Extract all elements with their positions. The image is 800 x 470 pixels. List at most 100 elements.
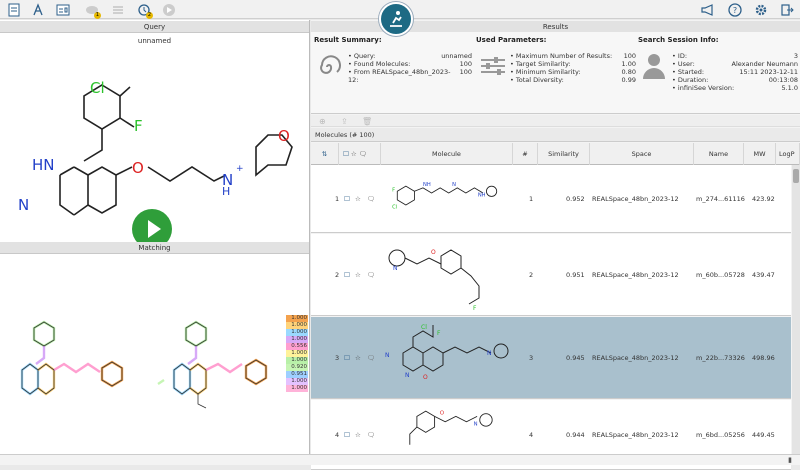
- exit-icon[interactable]: [779, 2, 794, 17]
- app-logo-icon[interactable]: [379, 2, 413, 36]
- row-star-icon[interactable]: ☆: [355, 354, 361, 362]
- svg-text:N: N: [18, 196, 29, 214]
- session-key: User:: [672, 60, 695, 68]
- column-space[interactable]: Space: [590, 143, 694, 165]
- svg-text:F: F: [392, 187, 395, 193]
- used-parameters-list: Maximum Number of Results: 100 Target Simi…: [510, 52, 636, 84]
- svg-text:N: N: [405, 372, 410, 379]
- row-checkbox-icon[interactable]: ☐: [344, 431, 350, 439]
- history-icon[interactable]: 2: [136, 2, 153, 19]
- row-checkbox-icon[interactable]: ☐: [344, 271, 350, 279]
- svg-text:N: N: [452, 182, 456, 188]
- status-bar: ▮: [0, 454, 800, 465]
- spiral-galaxy-icon: [320, 55, 341, 74]
- select-all-checkbox-icon[interactable]: ☐: [343, 150, 349, 158]
- sort-icon[interactable]: ⇅: [311, 143, 339, 165]
- row-mw: 439.47: [752, 271, 775, 279]
- session-value: 5.1.0: [781, 84, 798, 92]
- parameter-key: Total Diversity:: [510, 76, 564, 84]
- history-badge: 2: [146, 12, 153, 19]
- svg-text:NH: NH: [478, 192, 486, 198]
- row-star-icon[interactable]: ☆: [355, 271, 361, 279]
- column-name[interactable]: Name: [694, 143, 744, 165]
- svg-text:N: N: [393, 265, 398, 272]
- svg-text:F: F: [473, 305, 477, 312]
- table-row[interactable]: 3 ☐ ☆ 🗨 Cl F N N N O 3 0.945 REALSpace_48bn_2023-12 m…: [311, 317, 791, 399]
- row-name: m_22b...73326: [696, 354, 745, 362]
- summary-item: From REALSpace_48bn_2023-12:100: [348, 68, 472, 84]
- row-number: 2: [529, 271, 534, 279]
- parameter-value: 1.00: [621, 60, 636, 68]
- table-row[interactable]: 2 ☐ ☆ 🗨 N O F 2 0.951 REALSpace_48bn_2023-12 m_60b…: [311, 234, 791, 316]
- row-star-icon[interactable]: ☆: [355, 195, 361, 203]
- parameter-key: Target Similarity:: [510, 60, 571, 68]
- session-key: ID:: [672, 52, 687, 60]
- summary-key: From REALSpace_48bn_2023-12:: [348, 68, 460, 84]
- tasks-icon[interactable]: 1: [84, 2, 101, 19]
- similarity-legend: 1.000 1.000 1.000 1.000 0.556 1.000 1.000 0.920…: [286, 315, 308, 392]
- session-item: Started: 15:11 2023-12-11: [672, 68, 798, 76]
- row-comment-icon[interactable]: 🗨: [367, 354, 375, 362]
- column-number[interactable]: #: [513, 143, 538, 165]
- add-icon[interactable]: ⊕: [319, 117, 326, 126]
- scrollbar-thumb[interactable]: [793, 169, 799, 183]
- list-icon[interactable]: [110, 2, 125, 17]
- svg-text:?: ?: [732, 6, 736, 15]
- row-comment-icon[interactable]: 🗨: [367, 431, 375, 439]
- legend-value: 0.920: [286, 364, 308, 371]
- row-name: m_60b...05728: [696, 271, 745, 279]
- parameter-value: 100: [623, 52, 636, 60]
- row-molecule-thumbnail[interactable]: Cl F N N N O: [383, 321, 511, 395]
- row-checkbox-icon[interactable]: ☐: [344, 195, 350, 203]
- session-key: Duration:: [672, 76, 708, 84]
- column-molecule[interactable]: Molecule: [381, 143, 513, 165]
- megaphone-icon[interactable]: [700, 2, 715, 17]
- session-item: Duration: 00:13:08: [672, 76, 798, 84]
- query-header: Query: [0, 21, 309, 33]
- settings-gear-icon[interactable]: [753, 2, 768, 17]
- notification-icon[interactable]: ▮: [788, 456, 792, 464]
- query-name: unnamed: [137, 37, 172, 45]
- row-comment-icon[interactable]: 🗨: [367, 195, 375, 203]
- svg-text:O: O: [132, 159, 144, 177]
- parameter-item: Minimum Similarity: 0.80: [510, 68, 636, 76]
- matching-query-structure: [20, 320, 124, 396]
- row-comment-icon[interactable]: 🗨: [367, 271, 375, 279]
- draw-molecule-icon[interactable]: [30, 2, 45, 17]
- export-icon[interactable]: ⇪: [341, 117, 348, 126]
- left-pane: Query unnamed Cl F HN N N O N + H O Matc…: [0, 20, 310, 465]
- id-card-icon[interactable]: [55, 2, 70, 17]
- comment-icon[interactable]: 🗨: [359, 150, 367, 158]
- row-molecule-thumbnail[interactable]: N O F: [383, 238, 511, 312]
- legend-value: 1.000: [286, 329, 308, 336]
- help-icon[interactable]: ?: [727, 2, 742, 17]
- results-summary: Result Summary: Query:unnamedFound Molec…: [311, 32, 800, 114]
- play-small-icon[interactable]: [161, 2, 176, 17]
- row-index: 2: [335, 271, 340, 279]
- sliders-icon: [481, 57, 505, 75]
- row-number: 3: [529, 354, 534, 362]
- column-logp[interactable]: LogP: [776, 143, 800, 165]
- legend-value: 0.556: [286, 343, 308, 350]
- row-space: REALSpace_48bn_2023-12: [592, 271, 679, 279]
- table-row[interactable]: 1 ☐ ☆ 🗨 Cl F NH N NH 1 0.952 REALSpace_48bn_2023-12…: [311, 165, 791, 233]
- row-mw: 498.96: [752, 354, 775, 362]
- row-similarity: 0.952: [566, 195, 585, 203]
- user-avatar-icon: [642, 52, 666, 80]
- legend-value: 1.000: [286, 336, 308, 343]
- column-mw[interactable]: MW: [744, 143, 776, 165]
- matching-hit-structure: [157, 320, 268, 409]
- session-key: infiniSee Version:: [672, 84, 734, 92]
- parameter-key: Maximum Number of Results:: [510, 52, 612, 60]
- used-parameters-title: Used Parameters:: [476, 36, 547, 44]
- row-star-icon[interactable]: ☆: [355, 431, 361, 439]
- column-similarity[interactable]: Similarity: [538, 143, 590, 165]
- delete-icon[interactable]: 🗑: [362, 117, 372, 126]
- favorite-star-icon[interactable]: ☆: [351, 150, 357, 158]
- row-checkbox-icon[interactable]: ☐: [344, 354, 350, 362]
- new-document-icon[interactable]: [6, 2, 21, 17]
- row-molecule-thumbnail[interactable]: Cl F NH N NH: [383, 169, 511, 229]
- row-similarity: 0.951: [566, 271, 585, 279]
- results-scrollbar[interactable]: [792, 165, 800, 465]
- legend-value: 0.951: [286, 371, 308, 378]
